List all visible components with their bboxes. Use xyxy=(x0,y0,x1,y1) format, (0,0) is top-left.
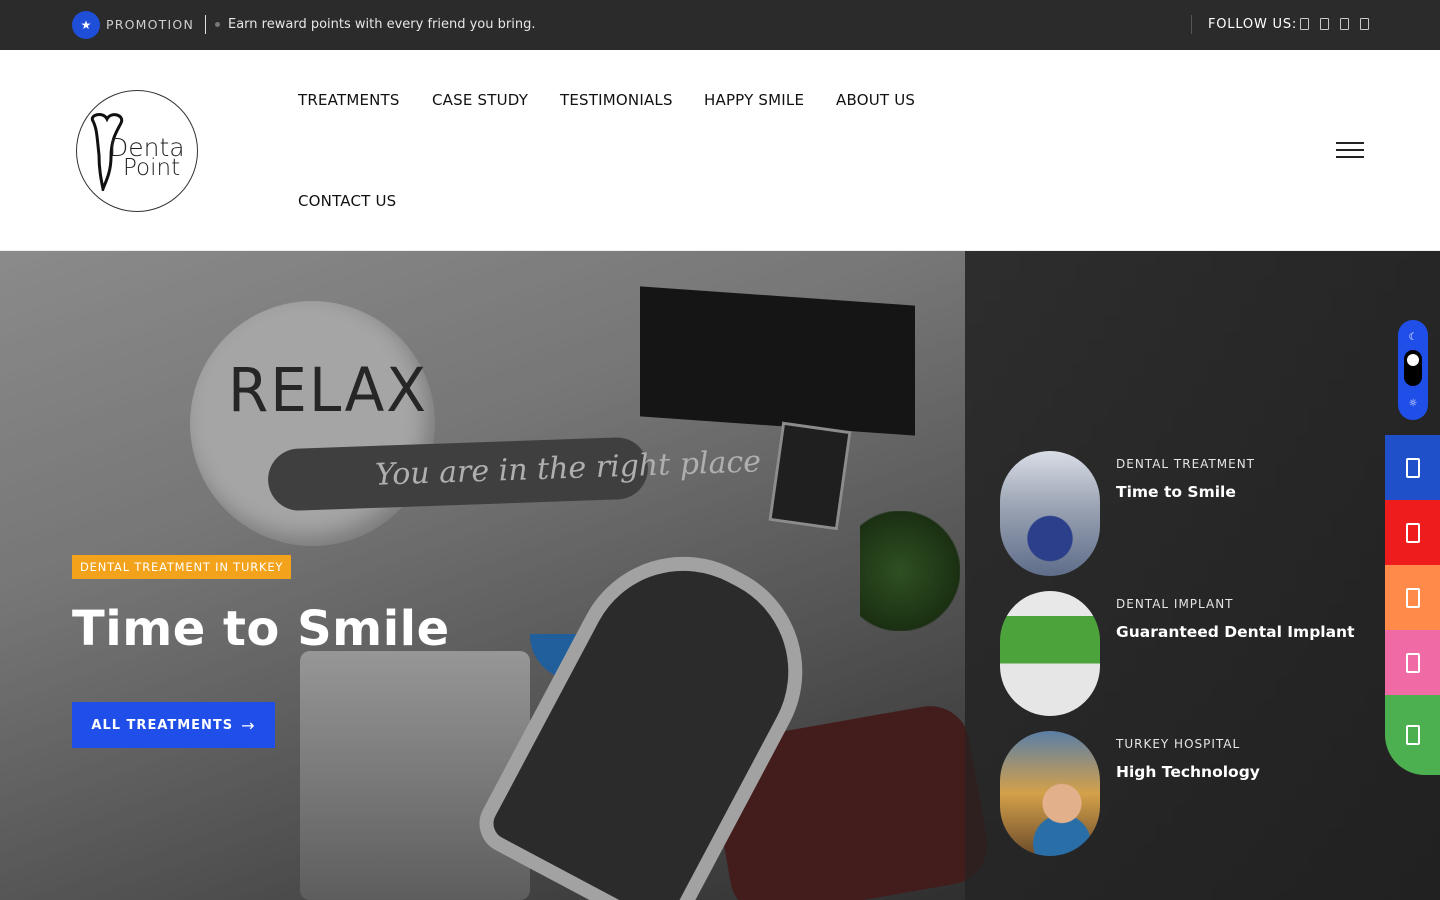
calendar-icon xyxy=(1405,587,1420,608)
nav-contact-us[interactable]: CONTACT US xyxy=(298,192,396,210)
slide-kicker: TURKEY HOSPITAL xyxy=(1116,737,1241,751)
hero-badge: DENTAL TREATMENT IN TURKEY xyxy=(72,555,292,579)
phone-button[interactable] xyxy=(1385,435,1440,500)
youtube-icon xyxy=(1405,522,1420,543)
hero-title: Time to Smile xyxy=(72,601,450,657)
all-treatments-button[interactable]: ALL TREATMENTS → xyxy=(72,702,275,748)
slide-thumbnail xyxy=(1000,731,1100,856)
moon-icon: ☾ xyxy=(1408,332,1418,343)
phone-icon xyxy=(1405,457,1420,478)
nav-treatments[interactable]: TREATMENTS xyxy=(298,91,400,109)
arrow-right-icon: → xyxy=(241,715,256,735)
promotion-icon: ★ xyxy=(72,11,100,39)
slide-kicker: DENTAL TREATMENT xyxy=(1116,457,1256,471)
slide-title: Guaranteed Dental Implant xyxy=(1116,623,1355,641)
nav-case-study[interactable]: CASE STUDY xyxy=(432,91,528,109)
hero-section: RELAX You are in the right place DENTAL … xyxy=(0,251,1440,900)
promo-divider xyxy=(205,15,206,34)
site-header: Denta Point TREATMENTS CASE STUDY TESTIM… xyxy=(0,50,1440,251)
nav-happy-smile[interactable]: HAPPY SMILE xyxy=(704,91,804,109)
slide-item[interactable]: DENTAL TREATMENT Time to Smile xyxy=(1000,451,1400,576)
hamburger-menu-icon[interactable] xyxy=(1336,142,1364,158)
sun-icon: ☼ xyxy=(1408,398,1418,409)
promotion-label: PROMOTION xyxy=(106,17,194,32)
bullet-dot xyxy=(215,22,220,27)
whatsapp-icon xyxy=(1405,725,1420,745)
nav-about-us[interactable]: ABOUT US xyxy=(836,91,915,109)
slide-thumbnail xyxy=(1000,451,1100,576)
top-bar: ★ PROMOTION Earn reward points with ever… xyxy=(0,0,1440,50)
instagram-icon[interactable] xyxy=(1318,17,1330,31)
follow-divider xyxy=(1191,15,1192,34)
slide-title: High Technology xyxy=(1116,763,1260,781)
promotion-text: Earn reward points with every friend you… xyxy=(228,17,536,32)
youtube-button[interactable] xyxy=(1385,500,1440,565)
follow-us-label: FOLLOW US: xyxy=(1208,17,1298,32)
facebook-icon[interactable] xyxy=(1298,17,1310,31)
slide-item[interactable]: DENTAL IMPLANT Guaranteed Dental Implant xyxy=(1000,591,1400,716)
slide-kicker: DENTAL IMPLANT xyxy=(1116,597,1234,611)
instagram-icon xyxy=(1405,652,1420,673)
all-treatments-label: ALL TREATMENTS xyxy=(91,717,234,733)
youtube-icon[interactable] xyxy=(1338,17,1350,31)
twitter-icon[interactable] xyxy=(1358,17,1370,31)
site-logo[interactable]: Denta Point xyxy=(76,90,198,212)
logo-text-point: Point xyxy=(123,155,181,181)
slide-thumbnail xyxy=(1000,591,1100,716)
instagram-button[interactable] xyxy=(1385,630,1440,695)
slide-title: Time to Smile xyxy=(1116,483,1236,501)
nav-testimonials[interactable]: TESTIMONIALS xyxy=(560,91,673,109)
toggle-knob[interactable] xyxy=(1404,350,1422,386)
calendar-button[interactable] xyxy=(1385,565,1440,630)
slide-item[interactable]: TURKEY HOSPITAL High Technology xyxy=(1000,731,1400,856)
